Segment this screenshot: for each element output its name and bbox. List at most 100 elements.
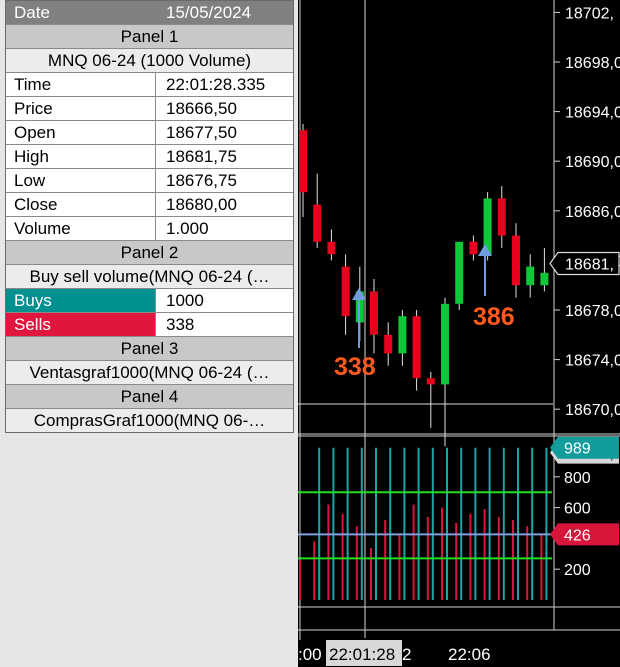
candle-body-up	[526, 266, 535, 286]
volume-tick-label: 800	[564, 470, 591, 487]
candle	[412, 310, 421, 391]
panel-2-header: Panel 2	[6, 241, 293, 265]
crosshair-time-label: 22:01:28	[329, 645, 395, 664]
ohlc-row-value: 1.000	[166, 219, 209, 238]
ohlc-row: Close 18680,00	[6, 193, 293, 217]
candle-body-down	[370, 291, 378, 335]
date-label: Date	[6, 1, 156, 24]
svg-text:18681,: 18681,	[565, 257, 614, 274]
sells-row: Sells 338	[6, 313, 293, 337]
candle-body-down	[313, 204, 322, 242]
candle-body-up	[540, 272, 549, 286]
candle-body-down	[512, 235, 520, 286]
sells-annotation: 338	[334, 353, 376, 381]
sells-value: 338	[166, 315, 195, 334]
candle	[313, 173, 322, 248]
price-tick-label: 18702,	[565, 5, 614, 22]
ohlc-row-label: Open	[6, 121, 156, 144]
ohlc-row-value: 22:01:28.335	[166, 75, 266, 94]
candle-body-down	[299, 130, 307, 193]
ohlc-row-label: Close	[6, 193, 156, 216]
candle-body-up	[441, 303, 449, 385]
date-value: 15/05/2024	[166, 3, 252, 22]
candle	[469, 235, 478, 261]
candle-body-down	[412, 316, 421, 379]
svg-text:426: 426	[564, 527, 591, 544]
panel-3-header: Panel 3	[6, 337, 293, 361]
panel-2-indicator: Buy sell volume(MNQ 06-24 (…	[6, 265, 293, 289]
candle-body-down	[426, 378, 435, 385]
ohlc-row: High 18681,75	[6, 145, 293, 169]
candle-body-down	[497, 198, 506, 236]
candle	[512, 223, 520, 298]
ohlc-row-value: 18681,75	[166, 147, 237, 166]
buys-row: Buys 1000	[6, 289, 293, 313]
candle-body-down	[384, 334, 393, 354]
ohlc-row-label: Low	[6, 169, 156, 192]
candle	[370, 279, 378, 354]
data-window: Date 15/05/2024 Panel 1 MNQ 06-24 (1000 …	[5, 0, 294, 433]
time-label-right: 22:06	[448, 645, 491, 664]
price-tick-label: 18670,0	[565, 402, 620, 419]
candle	[384, 322, 393, 366]
ohlc-row-value: 18676,75	[166, 171, 237, 190]
ohlc-row: Low 18676,75	[6, 169, 293, 193]
ohlc-row-value: 18677,50	[166, 123, 237, 142]
ohlc-row: Open 18677,50	[6, 121, 293, 145]
price-tick-label: 18698,0	[565, 55, 620, 72]
sells-annotation-arrow	[352, 288, 366, 348]
candle	[497, 186, 506, 248]
chart-area[interactable]: 18702,18698,018694,018690,018686,018682,…	[298, 0, 620, 667]
ohlc-row-label: Price	[6, 97, 156, 120]
ohlc-rows: Time 22:01:28.335 Price 18666,50 Open 18677,5…	[6, 73, 293, 241]
date-row: Date 15/05/2024	[6, 1, 293, 25]
price-tick-label: 18674,0	[565, 353, 620, 370]
ohlc-row: Price 18666,50	[6, 97, 293, 121]
price-tick-label: 18678,0	[565, 303, 620, 320]
candle-body-down	[341, 266, 350, 317]
candle	[455, 241, 464, 310]
ohlc-row-label: Time	[6, 73, 156, 96]
candle-body-down	[469, 241, 478, 255]
sells-volume-tag: 426	[550, 523, 619, 546]
candle	[327, 229, 336, 261]
candle	[341, 254, 350, 335]
volume-bars	[299, 447, 548, 600]
chart-svg[interactable]: 18702,18698,018694,018690,018686,018682,…	[298, 0, 620, 667]
ohlc-row: Time 22:01:28.335	[6, 73, 293, 97]
ohlc-row-label: Volume	[6, 217, 156, 240]
ohlc-row: Volume 1.000	[6, 217, 293, 241]
panel-4-indicator: ComprasGraf1000(MNQ 06-…	[6, 409, 293, 432]
candles	[299, 124, 549, 447]
price-tick-label: 18694,0	[565, 105, 620, 122]
candle	[426, 372, 435, 428]
time-label-left: :00	[298, 645, 322, 664]
buys-annotation: 386	[473, 303, 515, 331]
price-axis: 18702,18698,018694,018690,018686,018682,…	[554, 5, 620, 419]
current-price-tag: 18681,	[549, 251, 620, 276]
buys-value: 1000	[166, 291, 204, 310]
buys-label: Buys	[6, 289, 156, 312]
candle-body-up	[455, 241, 464, 304]
volume-tick-label: 600	[564, 501, 591, 518]
candle-body-up	[398, 316, 407, 354]
panel-4-header: Panel 4	[6, 385, 293, 409]
sells-label: Sells	[6, 313, 156, 336]
ohlc-row-label: High	[6, 145, 156, 168]
instrument-name: MNQ 06-24 (1000 Volume)	[6, 49, 293, 73]
ohlc-row-value: 18666,50	[166, 99, 237, 118]
svg-text:989: 989	[564, 441, 591, 458]
price-tick-label: 18686,0	[565, 204, 620, 221]
candle	[441, 297, 449, 447]
candle	[398, 310, 407, 366]
candle	[540, 248, 549, 292]
volume-tick-label: 200	[564, 562, 591, 579]
panel-1-header: Panel 1	[6, 25, 293, 49]
panel-3-indicator: Ventasgraf1000(MNQ 06-24 (…	[6, 361, 293, 385]
candle-body-down	[327, 241, 336, 255]
time-label-partial: 2	[402, 645, 411, 664]
candle	[526, 254, 535, 298]
price-tick-label: 18690,0	[565, 154, 620, 171]
buys-volume-tag: 989	[550, 436, 619, 459]
ohlc-row-value: 18680,00	[166, 195, 237, 214]
